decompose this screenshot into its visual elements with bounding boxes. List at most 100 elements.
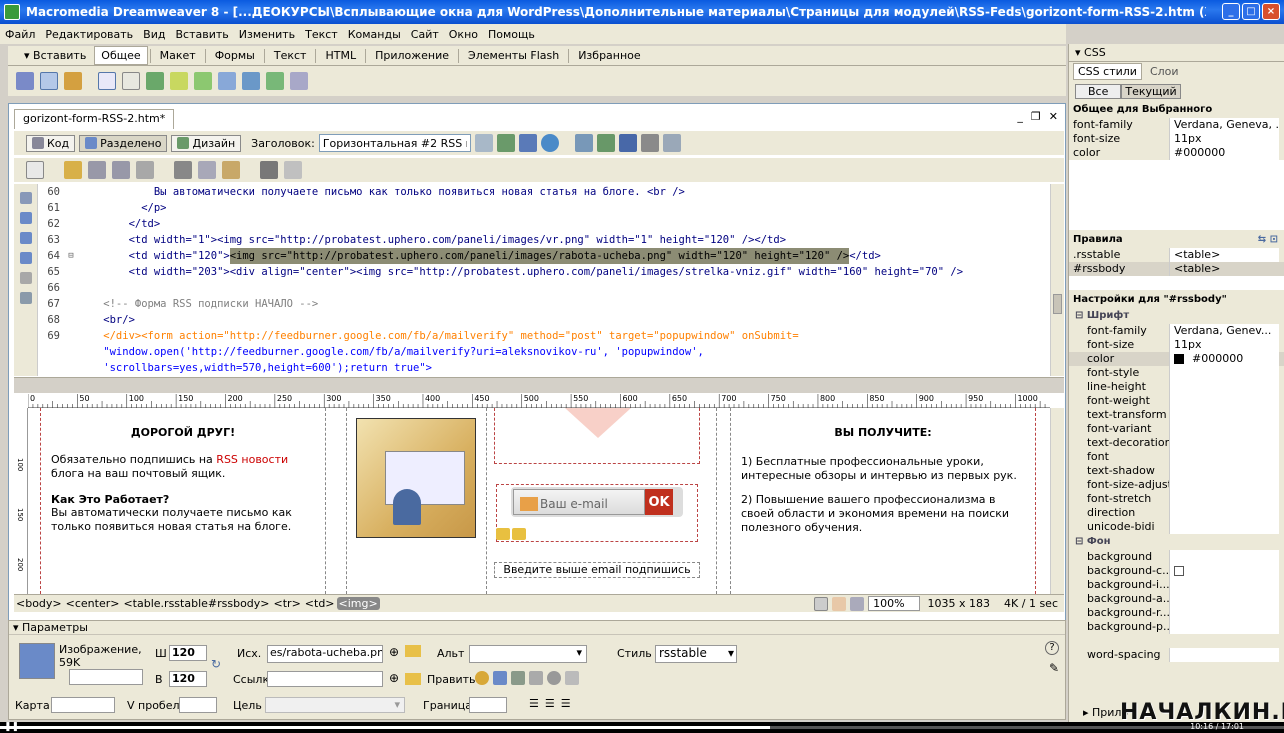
- target-select[interactable]: ▾: [265, 697, 405, 713]
- help-icon[interactable]: ?: [1045, 641, 1059, 655]
- insert-bar-label[interactable]: ▾ Вставить: [8, 49, 94, 62]
- preview-browser-icon[interactable]: [518, 134, 537, 152]
- code-view-button[interactable]: Код: [26, 134, 76, 152]
- visual-aids-icon[interactable]: [618, 134, 637, 152]
- design-view-button[interactable]: Дизайн: [171, 134, 242, 152]
- menu-edit[interactable]: Редактировать: [40, 28, 138, 41]
- css-prop-row[interactable]: background-c...: [1069, 564, 1284, 578]
- tab-css-styles[interactable]: CSS стили: [1073, 62, 1142, 80]
- media-icon[interactable]: [170, 72, 188, 90]
- map-input[interactable]: [51, 697, 115, 713]
- css-panel-header[interactable]: ▾ CSS: [1069, 44, 1284, 62]
- alt-select[interactable]: ▾: [469, 645, 587, 663]
- mode-current-button[interactable]: Текущий: [1121, 83, 1181, 99]
- design-scrollbar[interactable]: [1050, 408, 1064, 594]
- print-icon[interactable]: [136, 161, 154, 179]
- cut-icon[interactable]: [174, 161, 192, 179]
- css-prop-row[interactable]: line-height: [1069, 380, 1284, 394]
- maximize-button[interactable]: □: [1242, 3, 1260, 20]
- src-input[interactable]: es/rabota-ucheba.png: [267, 645, 383, 663]
- tag-table[interactable]: <table.rsstable#rssbody>: [121, 597, 271, 610]
- css-prop-row[interactable]: background-r...: [1069, 606, 1284, 620]
- hidden-field-icon[interactable]: [496, 528, 510, 540]
- tab-application[interactable]: Приложение: [368, 46, 456, 65]
- hyperlink-icon[interactable]: [16, 72, 34, 90]
- tab-flash-elements[interactable]: Элементы Flash: [461, 46, 566, 65]
- menu-site[interactable]: Сайт: [406, 28, 444, 41]
- close-button[interactable]: ×: [1262, 3, 1280, 20]
- class-select[interactable]: rsstable ▾: [655, 645, 737, 663]
- css-prop-row[interactable]: font: [1069, 450, 1284, 464]
- optimize-icon[interactable]: [493, 671, 507, 685]
- css-prop-row[interactable]: unicode-bidi: [1069, 520, 1284, 534]
- rss-news-link[interactable]: RSS новости: [216, 453, 288, 466]
- summary-row[interactable]: font-size 11px: [1069, 132, 1284, 146]
- zoom-select[interactable]: 100%: [868, 596, 920, 611]
- design-view[interactable]: ДОРОГОЙ ДРУГ! Обязательно подпишись на R…: [28, 408, 1050, 594]
- ok-button[interactable]: OK: [645, 489, 673, 515]
- balance-braces-icon[interactable]: [19, 292, 32, 304]
- link-input[interactable]: [267, 671, 383, 687]
- doc-restore-button[interactable]: ❐: [1031, 110, 1041, 123]
- tab-forms[interactable]: Формы: [208, 46, 262, 65]
- email-input[interactable]: Ваш e-mail: [513, 489, 645, 515]
- css-prop-row[interactable]: direction: [1069, 506, 1284, 520]
- code-scroll-thumb[interactable]: [1053, 294, 1062, 314]
- code-nav-icon[interactable]: [640, 134, 659, 152]
- inspect-icon[interactable]: [662, 134, 681, 152]
- refresh-icon[interactable]: [574, 134, 593, 152]
- css-prop-row[interactable]: background-p...: [1069, 620, 1284, 634]
- menu-modify[interactable]: Изменить: [234, 28, 300, 41]
- tab-html[interactable]: HTML: [318, 46, 363, 65]
- tab-favorites[interactable]: Избранное: [571, 46, 647, 65]
- summary-row[interactable]: color #000000: [1069, 146, 1284, 160]
- select-parent-tag-icon[interactable]: [19, 272, 32, 284]
- code-editor[interactable]: 60 Вы автоматически получаете письмо как…: [38, 184, 1050, 376]
- sharpen-icon[interactable]: [565, 671, 579, 685]
- tab-common[interactable]: Общее: [94, 46, 148, 65]
- resample-icon[interactable]: [529, 671, 543, 685]
- redo-icon[interactable]: [284, 161, 302, 179]
- tag-center[interactable]: <center>: [64, 597, 122, 610]
- css-prop-row[interactable]: font-stretch: [1069, 492, 1284, 506]
- doc-close-button[interactable]: ✕: [1049, 110, 1058, 123]
- window-size[interactable]: 1035 x 183: [924, 597, 995, 610]
- select-tool-icon[interactable]: [814, 596, 829, 611]
- prop-row[interactable]: word-spacing: [1069, 648, 1284, 662]
- background-group[interactable]: ⊟ Фон: [1069, 534, 1284, 550]
- tab-text[interactable]: Текст: [267, 46, 314, 65]
- font-group[interactable]: ⊟ Шрифт: [1069, 308, 1284, 324]
- point-to-file-icon[interactable]: ⊕: [389, 645, 399, 659]
- css-prop-row[interactable]: font-family Verdana, Genev...: [1069, 324, 1284, 338]
- css-prop-row[interactable]: background: [1069, 550, 1284, 564]
- date-icon[interactable]: [194, 72, 212, 90]
- properties-header[interactable]: ▾ Параметры: [9, 621, 1065, 635]
- open-documents-icon[interactable]: [19, 192, 32, 204]
- menu-file[interactable]: Файл: [0, 28, 40, 41]
- crop-icon[interactable]: [511, 671, 525, 685]
- height-input[interactable]: 120: [169, 671, 207, 687]
- hidden-field-icon[interactable]: [512, 528, 526, 540]
- selected-image[interactable]: [356, 418, 476, 538]
- width-input[interactable]: 120: [169, 645, 207, 661]
- css-prop-row[interactable]: font-variant: [1069, 422, 1284, 436]
- reset-size-icon[interactable]: ↻: [211, 657, 221, 671]
- left-cell[interactable]: ДОРОГОЙ ДРУГ! Обязательно подпишись на R…: [40, 408, 326, 594]
- css-prop-row[interactable]: font-size 11px: [1069, 338, 1284, 352]
- brightness-icon[interactable]: [547, 671, 561, 685]
- css-prop-row[interactable]: background-i...: [1069, 578, 1284, 592]
- fireworks-edit-icon[interactable]: [475, 671, 489, 685]
- align-center-icon[interactable]: ☰: [545, 697, 555, 710]
- color-swatch[interactable]: [1174, 566, 1184, 576]
- div-icon[interactable]: [122, 72, 140, 90]
- pause-icon[interactable]: ❚❚: [4, 722, 19, 732]
- view-options-icon[interactable]: [596, 134, 615, 152]
- paste-icon[interactable]: [222, 161, 240, 179]
- image-name-input[interactable]: [69, 669, 143, 685]
- link-point-icon[interactable]: ⊕: [389, 671, 399, 685]
- save-icon[interactable]: [88, 161, 106, 179]
- align-left-icon[interactable]: ☰: [529, 697, 539, 710]
- rule-row[interactable]: .rsstable <table>: [1069, 248, 1284, 262]
- split-divider[interactable]: [14, 377, 1064, 393]
- tab-layout[interactable]: Макет: [153, 46, 203, 65]
